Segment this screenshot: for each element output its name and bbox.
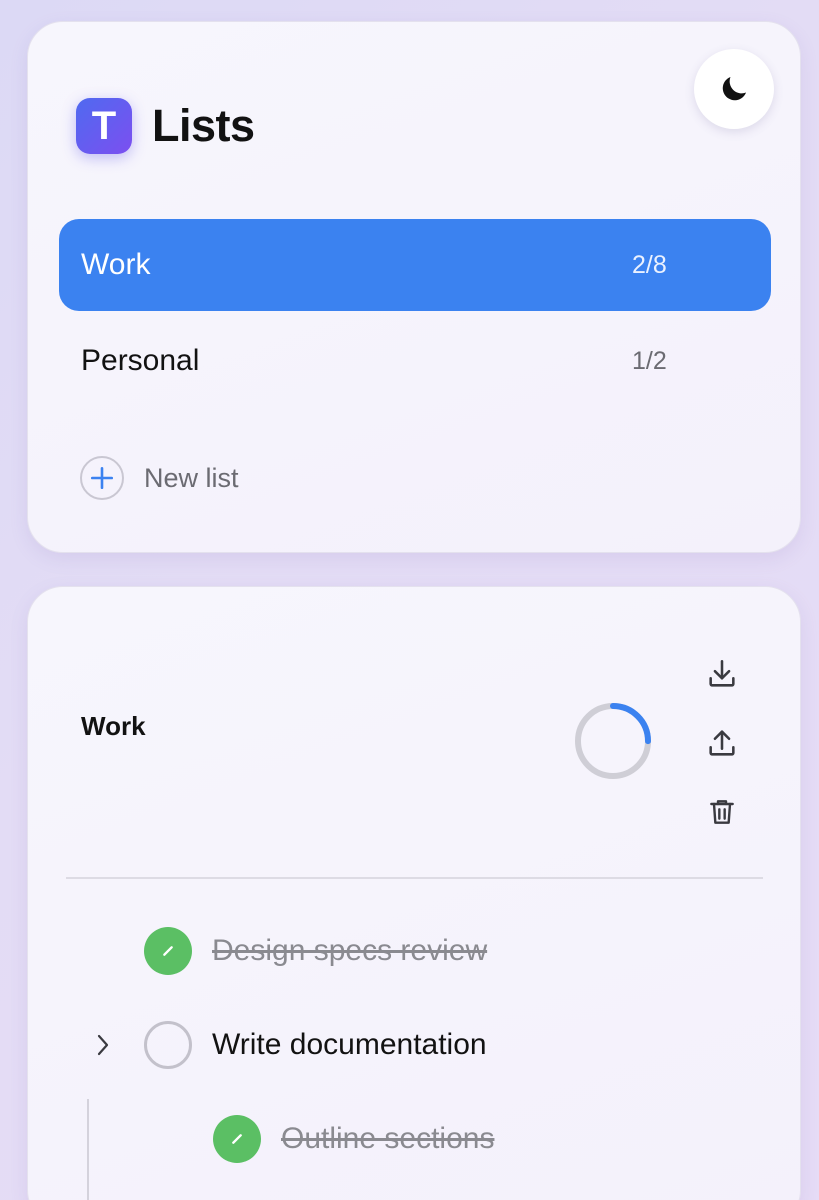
- expand-subtasks-button[interactable]: [88, 1027, 118, 1063]
- upload-button[interactable]: [702, 723, 742, 763]
- app-logo: T: [76, 98, 132, 154]
- plus-icon: [80, 456, 124, 500]
- task-label: Design specs review: [212, 934, 488, 967]
- list-item-work[interactable]: Work 2/8: [59, 219, 771, 311]
- list-item-count: 1/2: [632, 346, 667, 375]
- download-icon: [709, 659, 735, 687]
- list-item-label: Personal: [81, 344, 200, 377]
- upload-icon: [709, 730, 735, 756]
- list-item-count: 2/8: [632, 250, 667, 279]
- new-list-label: New list: [144, 462, 239, 493]
- subtask-item: Outline sections: [213, 1115, 494, 1163]
- moon-icon: [722, 76, 747, 101]
- list-item-personal[interactable]: Personal 1/2: [59, 315, 771, 407]
- task-item: Write documentation: [144, 1021, 487, 1069]
- current-list-title: Work: [81, 711, 146, 741]
- theme-toggle-button[interactable]: [694, 49, 774, 129]
- page-title: Lists: [152, 100, 255, 151]
- list-item-label: Work: [81, 248, 151, 281]
- new-list-button[interactable]: New list: [80, 456, 239, 500]
- lists-panel: T Lists Work 2/8 Personal 1/2 New list: [27, 21, 801, 553]
- trash-icon: [710, 800, 734, 824]
- task-checkbox[interactable]: [144, 1021, 192, 1069]
- delete-list-button[interactable]: [702, 792, 742, 832]
- task-label: Write documentation: [212, 1028, 487, 1061]
- task-item: Design specs review: [144, 927, 487, 975]
- download-button[interactable]: [702, 654, 742, 694]
- check-icon: [163, 946, 173, 956]
- chevron-right-icon: [97, 1034, 109, 1056]
- progress-ring: [575, 703, 651, 779]
- divider: [66, 877, 763, 879]
- check-icon: [232, 1134, 242, 1144]
- task-checkbox[interactable]: [144, 927, 192, 975]
- task-label: Outline sections: [281, 1122, 495, 1155]
- task-checkbox[interactable]: [213, 1115, 261, 1163]
- brand: T Lists: [76, 98, 255, 154]
- tasks-panel: Work Design specs review Write documenta…: [27, 586, 801, 1200]
- subtask-indent-line: [87, 1099, 89, 1200]
